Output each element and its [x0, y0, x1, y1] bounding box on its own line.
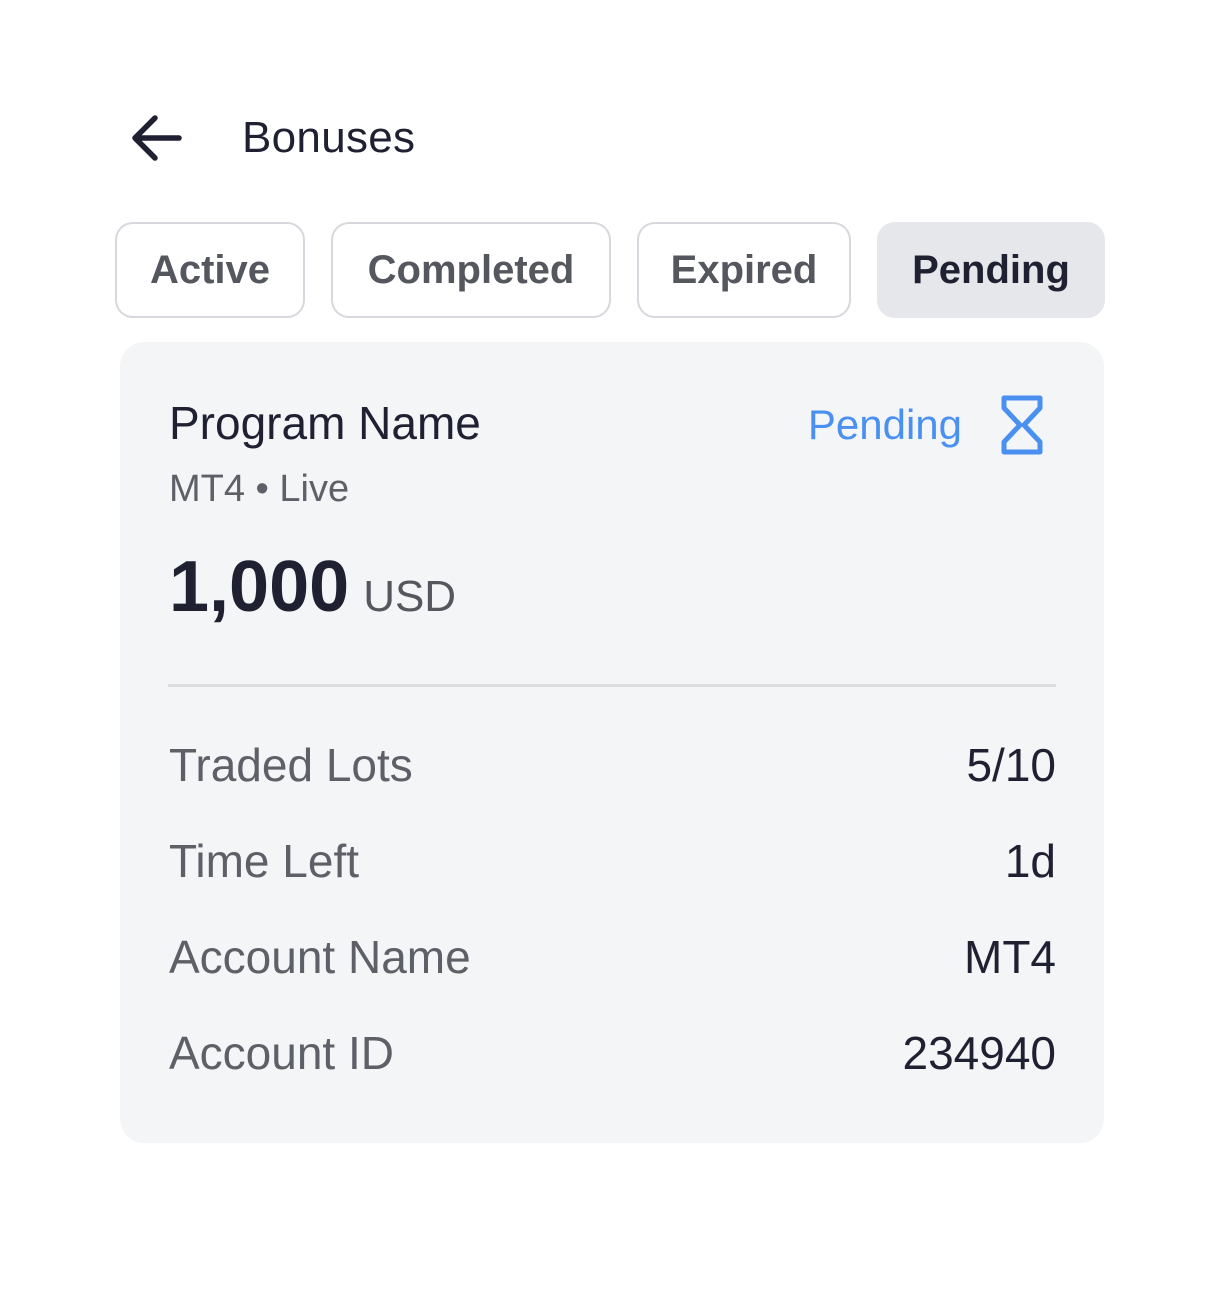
divider: [168, 684, 1056, 687]
status-label: Pending: [807, 401, 962, 448]
detail-label: Account Name: [169, 931, 471, 983]
amount-value: 1,000: [169, 547, 350, 627]
status-badge: Pending: [808, 394, 1044, 456]
arrow-left-icon: [132, 115, 182, 161]
detail-row-time-left: Time Left 1d: [169, 834, 1056, 930]
tab-pending[interactable]: Pending: [877, 222, 1105, 318]
tab-expired[interactable]: Expired: [637, 222, 851, 318]
tab-active[interactable]: Active: [115, 222, 305, 318]
detail-label: Time Left: [169, 835, 360, 887]
detail-label: Account ID: [169, 1027, 394, 1079]
account-subtitle: MT4 • Live: [169, 468, 350, 510]
page-title: Bonuses: [242, 113, 416, 162]
status-tabs: Active Completed Expired Pending: [115, 222, 1105, 318]
details-list: Traded Lots 5/10 Time Left 1d Account Na…: [169, 738, 1056, 1122]
tab-completed[interactable]: Completed: [331, 222, 611, 318]
detail-row-account-id: Account ID 234940: [169, 1026, 1056, 1122]
hourglass-icon: [1001, 395, 1043, 455]
bonus-card[interactable]: Program Name Pending MT4 • Live 1,000 US…: [120, 342, 1104, 1143]
detail-value: MT4: [964, 931, 1056, 983]
bonus-amount: 1,000 USD: [169, 546, 456, 628]
detail-value: 5/10: [966, 739, 1056, 791]
detail-label: Traded Lots: [169, 739, 413, 791]
program-name: Program Name: [169, 397, 481, 449]
amount-currency: USD: [363, 572, 457, 621]
page-header: Bonuses: [126, 100, 415, 176]
detail-value: 234940: [902, 1027, 1057, 1079]
detail-value: 1d: [1004, 835, 1056, 887]
detail-row-account-name: Account Name MT4: [169, 930, 1056, 1026]
detail-row-traded-lots: Traded Lots 5/10: [169, 738, 1056, 834]
back-button[interactable]: [126, 107, 188, 169]
